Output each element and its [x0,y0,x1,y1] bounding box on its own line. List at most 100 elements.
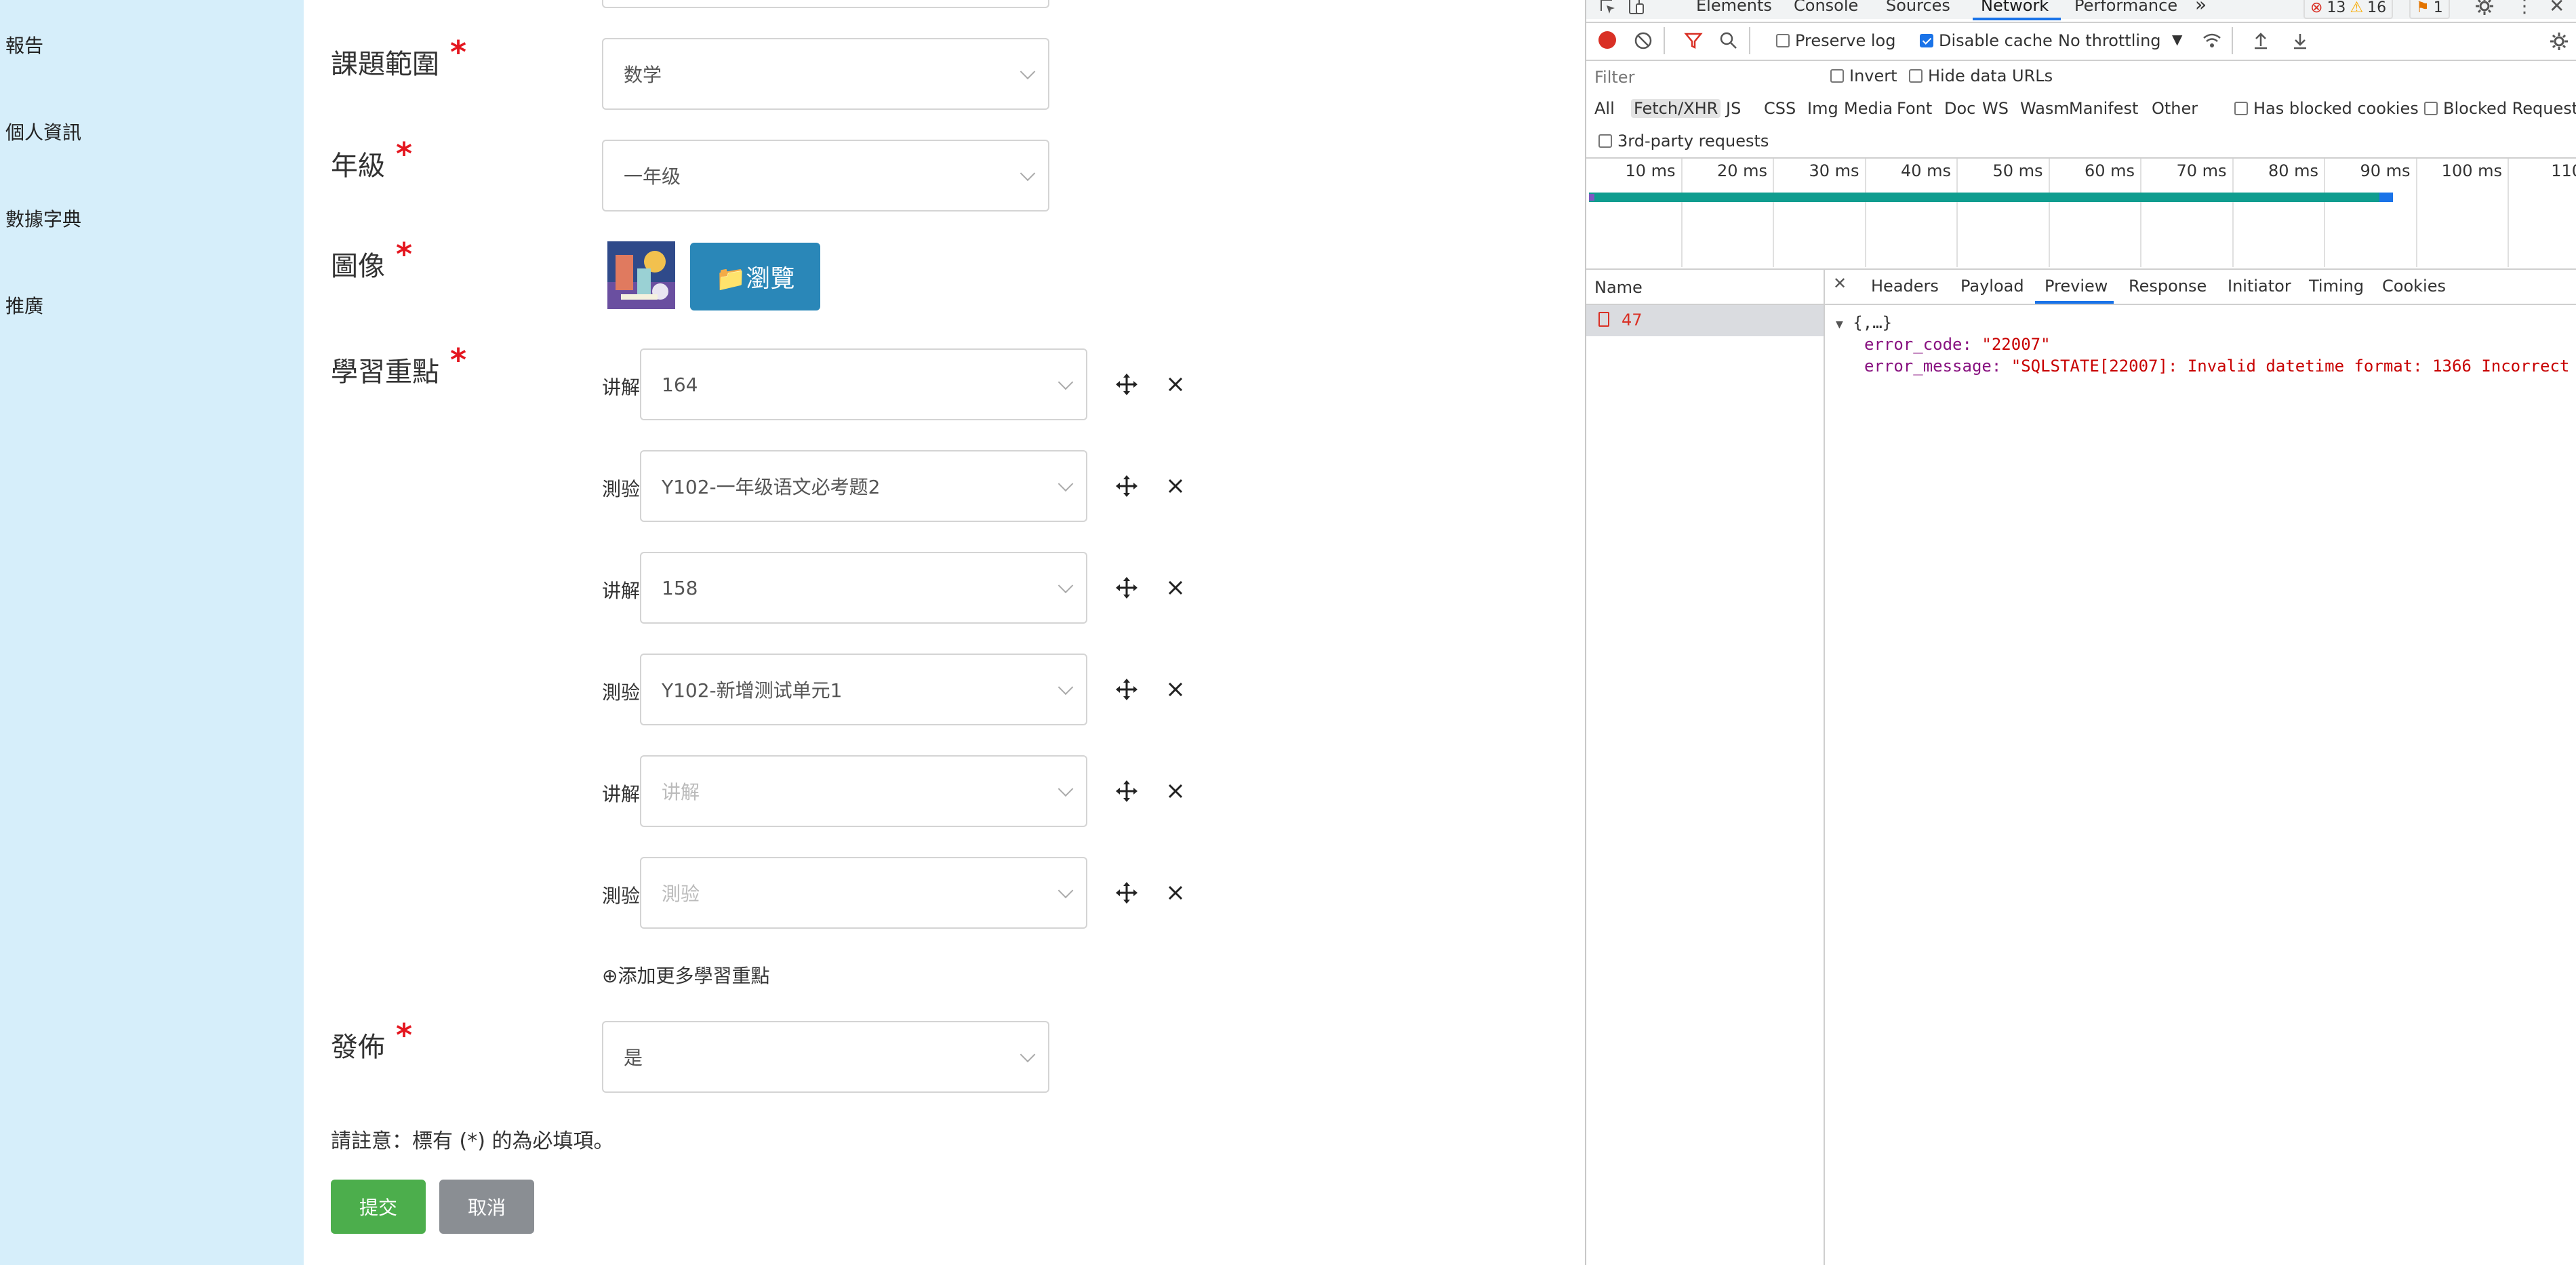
remove-learning-point-icon[interactable] [1163,576,1188,600]
clear-icon[interactable] [1634,31,1653,50]
device-toolbar-icon[interactable] [1627,0,1646,16]
learning-point-type: 測验 [602,681,641,704]
third-party-checkbox[interactable] [1598,134,1612,148]
warning-icon: ⚠ [2350,0,2364,16]
blocked-requests-checkbox[interactable] [2424,102,2438,115]
learning-point-select[interactable]: 158 [640,552,1087,624]
detail-tab-initiator[interactable]: Initiator [2228,277,2291,296]
disable-cache-checkbox[interactable] [1920,34,1933,47]
name-column-header[interactable]: Name [1594,278,1643,297]
type-filter-manifest[interactable]: Manifest [2069,99,2138,118]
sidebar-item-profile[interactable]: 個人資訊 [5,118,81,145]
tab-elements[interactable]: Elements [1696,0,1772,15]
json-error-message[interactable]: error_message: "SQLSTATE[22007]: Invalid… [1864,357,2573,376]
hide-data-urls-checkbox[interactable] [1909,69,1923,83]
image-thumbnail[interactable] [607,241,675,309]
type-filter-other[interactable]: Other [2152,99,2198,118]
network-conditions-icon[interactable] [2202,31,2222,50]
request-name[interactable]: 47 [1622,310,1643,329]
sidebar-item-data-dictionary[interactable]: 數據字典 [5,205,81,232]
tab-network[interactable]: Network [1981,0,2049,15]
remove-learning-point-icon[interactable] [1163,779,1188,803]
drag-handle-icon[interactable] [1114,881,1139,905]
divider [1664,27,1665,54]
detail-tab-cookies[interactable]: Cookies [2382,277,2446,296]
console-messages-badge[interactable]: ⊗ 13 ⚠ 16 [2303,0,2394,19]
import-har-icon[interactable] [2252,31,2270,50]
learning-point-select[interactable]: 164 [640,348,1087,420]
filter-input-box[interactable] [1592,65,1817,92]
type-filter-wasm[interactable]: Wasm [2020,99,2070,118]
learning-point-type: 讲解 [602,783,641,805]
has-blocked-cookies-label: Has blocked cookies [2253,99,2419,118]
learning-point-select[interactable]: Y102-一年级语文必考题2 [640,450,1087,522]
learning-point-select[interactable]: 讲解 [640,755,1087,827]
type-filter-media[interactable]: Media [1844,99,1893,118]
type-filter-img[interactable]: Img [1807,99,1838,118]
gear-icon[interactable] [2474,0,2495,16]
tab-sources[interactable]: Sources [1886,0,1950,15]
issues-badge[interactable]: ⚑ 1 [2409,0,2450,19]
submit-button[interactable]: 提交 [331,1180,426,1234]
drag-handle-icon[interactable] [1114,372,1139,397]
type-filter-js[interactable]: JS [1726,99,1741,118]
type-filter-all[interactable]: All [1594,99,1615,118]
divider [1749,27,1750,54]
subject-select[interactable]: 数学 [602,38,1049,110]
learning-point-select[interactable]: Y102-新增测试单元1 [640,654,1087,725]
drag-handle-icon[interactable] [1114,677,1139,702]
timeline-bar-start [1589,194,1594,201]
detail-tab-payload[interactable]: Payload [1960,277,2024,296]
cancel-button[interactable]: 取消 [439,1180,534,1234]
network-settings-gear-icon[interactable] [2549,31,2569,52]
detail-tab-preview[interactable]: Preview [2045,277,2108,296]
record-button[interactable] [1598,31,1616,49]
type-filter-doc[interactable]: Doc [1944,99,1975,118]
add-more-learning-points-link[interactable]: ⊕添加更多學習重點 [602,961,769,988]
more-options-icon[interactable]: ⋮ [2515,0,2534,17]
learning-point-select[interactable]: 測验 [640,857,1087,929]
requests-list [1586,270,1825,1265]
type-filter-css[interactable]: CSS [1764,99,1796,118]
close-details-icon[interactable]: ✕ [1833,274,1847,293]
grade-select[interactable]: 一年级 [602,140,1049,212]
caret-down-icon[interactable]: ▼ [2172,31,2182,47]
json-root[interactable]: ▼ {,…} [1836,313,1892,332]
export-har-icon[interactable] [2291,31,2309,50]
previous-field[interactable] [602,0,1049,8]
type-filter-font[interactable]: Font [1897,99,1932,118]
blocked-requests-label: Blocked Requests [2443,99,2576,118]
active-tab-indicator [1973,18,2061,20]
search-icon[interactable] [1719,31,1738,50]
detail-tab-response[interactable]: Response [2129,277,2207,296]
has-blocked-cookies-checkbox[interactable] [2234,102,2248,115]
drag-handle-icon[interactable] [1114,576,1139,600]
filter-icon[interactable] [1684,31,1703,50]
close-devtools-icon[interactable]: ✕ [2549,0,2564,17]
invert-checkbox[interactable] [1830,69,1844,83]
sidebar-item-reports[interactable]: 報告 [5,31,43,58]
inspect-element-icon[interactable] [1598,0,1617,16]
publish-select[interactable]: 是 [602,1021,1049,1093]
detail-tab-headers[interactable]: Headers [1871,277,1939,296]
subject-label: 課題範圍 [331,49,439,80]
preserve-log-checkbox[interactable] [1776,34,1790,47]
throttling-select[interactable]: No throttling [2058,31,2161,50]
remove-learning-point-icon[interactable] [1163,881,1188,905]
tab-console[interactable]: Console [1794,0,1858,15]
timeline-overview[interactable]: 10 ms 20 ms 30 ms 40 ms 50 ms 60 ms 70 ms 80 ms… [1586,159,2576,267]
remove-learning-point-icon[interactable] [1163,372,1188,397]
remove-learning-point-icon[interactable] [1163,474,1188,498]
tab-performance[interactable]: Performance [2074,0,2177,15]
json-error-code[interactable]: error_code: "22007" [1864,335,2051,354]
sidebar-item-promotion[interactable]: 推廣 [5,292,43,319]
type-filter-fetchxhr[interactable]: Fetch/XHR [1631,99,1721,118]
drag-handle-icon[interactable] [1114,474,1139,498]
browse-button[interactable]: 📁瀏覽 [690,243,820,310]
expand-triangle-icon[interactable]: ▼ [1836,317,1843,332]
drag-handle-icon[interactable] [1114,779,1139,803]
detail-tab-timing[interactable]: Timing [2309,277,2364,296]
remove-learning-point-icon[interactable] [1163,677,1188,702]
more-tabs-button[interactable]: » [2195,0,2207,16]
type-filter-ws[interactable]: WS [1982,99,2009,118]
